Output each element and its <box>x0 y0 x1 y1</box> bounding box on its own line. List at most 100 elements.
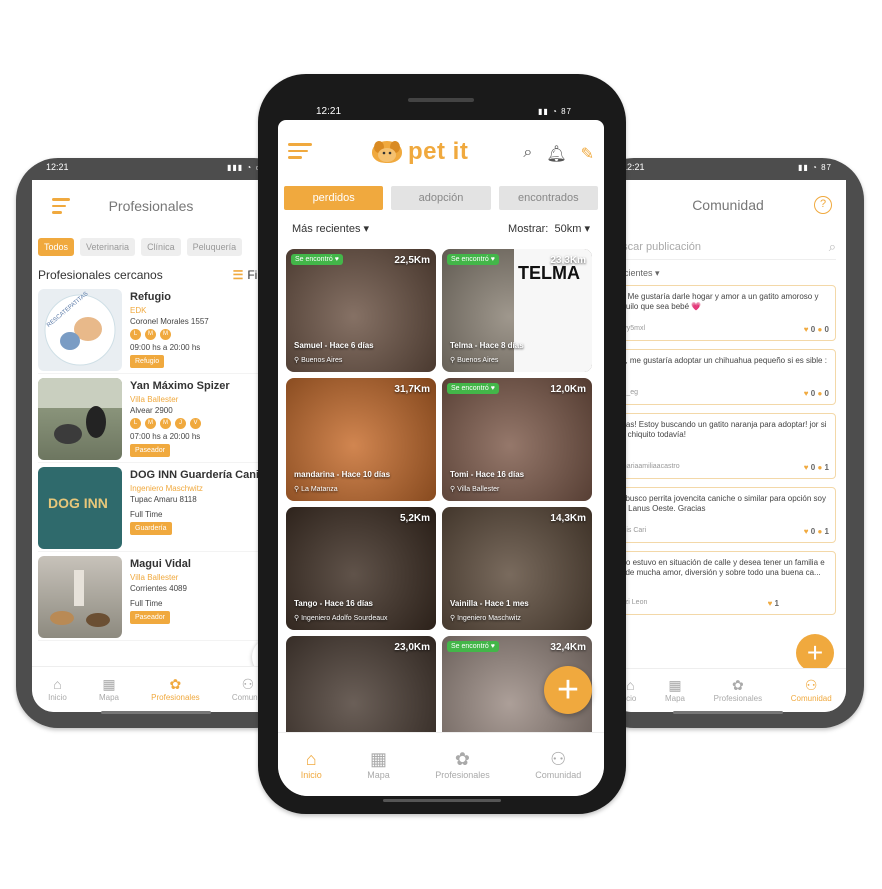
left-bottom-nav: ⌂ Inicio ▦ Mapa ✿ Profesionales ⚇ Comunid <box>32 666 280 712</box>
sort-dropdown[interactable]: recientes ▾ <box>610 260 846 285</box>
nav-profesionales[interactable]: ✿ Profesionales <box>435 750 490 780</box>
professionals-list: RESCATEPATITAS Refugio EDK Coronel Moral… <box>32 286 280 641</box>
nav-label: icio <box>624 694 637 703</box>
center-home-indicator <box>383 799 501 802</box>
location-pin-icon: ⚲ <box>294 357 300 364</box>
nav-mapa[interactable]: ▦ Mapa <box>99 677 119 702</box>
bell-icon[interactable]: 🔔︎ <box>546 144 566 164</box>
professional-name: Refugio <box>130 291 171 303</box>
nav-label: Mapa <box>367 769 390 780</box>
tab-perdidos[interactable]: perdidos <box>284 186 384 210</box>
megaphone-icon[interactable]: ✎ <box>581 144 594 164</box>
comment-icon: ● <box>817 325 823 334</box>
nav-label: Comunidad <box>790 694 832 703</box>
post-text: la , me gustaría adoptar un chihuahua pe… <box>617 356 827 375</box>
center-bottom-nav: ⌂ Inicio ▦ Mapa ✿ Profesionales ⚇ Comunidad <box>278 732 604 796</box>
category-chips: Todos Veterinaria Clínica Peluquería <box>32 232 280 262</box>
logo-text: pet it <box>408 138 469 165</box>
pet-name-label: Telma - Hace 8 días <box>450 341 524 350</box>
home-icon: ⌂ <box>53 676 62 692</box>
likes-count: 0 <box>810 463 816 472</box>
nav-inicio[interactable]: ⌂ icio <box>624 678 636 703</box>
day-badge: J <box>175 418 186 429</box>
add-post-button[interactable]: + <box>544 666 592 714</box>
menu-icon[interactable] <box>52 198 70 214</box>
likes-count: 0 <box>810 389 816 398</box>
distance-dropdown[interactable]: Mostrar: 50km ▾ <box>508 222 590 235</box>
tab-adopcion[interactable]: adopción <box>391 186 491 210</box>
nav-mapa[interactable]: ▦ Mapa <box>367 750 390 780</box>
pet-card[interactable]: TELMA Se encontró ♥ 23,3Km Telma - Hace 8 d… <box>442 249 592 372</box>
distance-label: 22,5Km <box>394 255 430 266</box>
chip-clinica[interactable]: Clínica <box>141 238 181 256</box>
nav-inicio[interactable]: ⌂ Inicio <box>48 677 67 702</box>
chip-veterinaria[interactable]: Veterinaria <box>80 238 136 256</box>
pet-card[interactable]: 5,2Km Tango - Hace 16 días ⚲ Ingeniero Ado… <box>286 507 436 630</box>
location-label: Ingeniero Adolfo Sourdeaux <box>301 615 388 622</box>
days-row: L M M J V <box>130 418 230 429</box>
right-screen: Comunidad ? uscar publicación ⌕ reciente… <box>610 180 846 712</box>
pet-card[interactable]: 14,3Km Vainilla - Hace 1 mes ⚲ Ingeniero M… <box>442 507 592 630</box>
list-item[interactable]: RESCATEPATITAS Refugio EDK Coronel Moral… <box>38 286 280 374</box>
post-meta: ♥ 0 ● 1 <box>804 463 829 473</box>
comments-count: 0 <box>824 325 829 334</box>
nearby-professionals-label: Profesionales cercanos <box>38 268 163 282</box>
search-icon[interactable]: ⌕ <box>523 144 532 164</box>
location-pin-icon: ⚲ <box>294 486 300 493</box>
nav-mapa[interactable]: ▦ Mapa <box>665 678 685 703</box>
pet-name-label: mandarina - Hace 10 días <box>294 470 391 479</box>
pet-card[interactable]: Se encontró ♥ 22,5Km Samuel - Hace 6 días ⚲… <box>286 249 436 372</box>
left-header: Profesionales <box>32 180 280 232</box>
header-actions: ⌕ 🔔︎ ✎ <box>523 144 594 164</box>
post-meta: ♥ 1 <box>768 599 779 609</box>
left-home-indicator <box>101 711 211 714</box>
center-status-icons: ▮▮ ◔ 87 <box>538 107 572 116</box>
nav-inicio[interactable]: ⌂ Inicio <box>301 750 322 780</box>
speaker-notch <box>408 98 474 102</box>
left-phone: 12:21 ▮▮▮ ◔ ▭ Profesionales Todos Veteri… <box>16 158 296 728</box>
pet-card[interactable]: Se encontró ♥ 12,0Km Tomi - Hace 16 días ⚲ … <box>442 378 592 501</box>
filters-row: Más recientes ▾ Mostrar: 50km ▾ <box>278 210 604 235</box>
list-item[interactable]: Yan Máximo Spizer Villa Ballester Alvear… <box>38 375 280 463</box>
sort-dropdown[interactable]: Más recientes ▾ <box>292 222 369 235</box>
day-badge: M <box>160 418 171 429</box>
list-item[interactable]: la! Me gustaría darle hogar y amor a un … <box>610 285 836 341</box>
pet-location: ⚲ La Matanza <box>294 485 338 493</box>
right-statusbar: 12:21 ▮▮ ◔ 87 <box>622 162 832 172</box>
pet-location: ⚲ Villa Ballester <box>450 485 499 493</box>
nav-profesionales[interactable]: ✿ Profesionales <box>714 678 762 703</box>
help-icon[interactable]: ? <box>814 196 832 214</box>
thumb-caption: DOG INN <box>48 495 108 511</box>
location-pin-icon: ⚲ <box>450 357 456 364</box>
professional-tag: Refugio <box>130 355 165 368</box>
professional-address: Coronel Morales 1557 <box>130 317 209 326</box>
pet-location: ⚲ Ingeniero Maschwitz <box>450 614 521 622</box>
nav-comunidad[interactable]: ⚇ Comunidad <box>791 678 832 703</box>
day-badge: M <box>160 329 171 340</box>
list-item[interactable]: ngo estuvo en situación de calle y desea… <box>610 551 836 615</box>
pet-name-label: Vainilla - Hace 1 mes <box>450 599 529 608</box>
list-item[interactable]: enas! Estoy buscando un gatito naranja p… <box>610 413 836 479</box>
nav-label: Mapa <box>664 694 685 703</box>
list-item[interactable]: DOG INN DOG INN Guardería Canin Ingenier… <box>38 464 280 552</box>
nav-profesionales[interactable]: ✿ Profesionales <box>151 677 199 702</box>
chip-peluqueria[interactable]: Peluquería <box>186 238 243 256</box>
new-post-button[interactable]: + <box>796 634 834 672</box>
comment-icon: ● <box>817 463 823 472</box>
professional-thumbnail <box>38 378 122 460</box>
pet-name-label: Tango - Hace 16 días <box>294 599 373 608</box>
chip-todos[interactable]: Todos <box>38 238 75 256</box>
list-item[interactable]: Magui Vidal Villa Ballester Corrientes 4… <box>38 553 280 641</box>
tab-encontrados[interactable]: encontrados <box>498 186 598 210</box>
list-item[interactable]: lo busco perrita jovencita caniche o sim… <box>610 487 836 543</box>
chevron-down-icon: ▾ <box>584 223 590 235</box>
list-item[interactable]: la , me gustaría adoptar un chihuahua pe… <box>610 349 836 405</box>
menu-icon[interactable] <box>288 143 312 159</box>
center-phone: 12:21 ▮▮ ◔ 87 pet it ⌕ 🔔︎ ✎ perdidos ado… <box>258 74 626 814</box>
post-text: la! Me gustaría darle hogar y amor a un … <box>617 292 819 311</box>
pet-card[interactable]: 31,7Km mandarina - Hace 10 días ⚲ La Matan… <box>286 378 436 501</box>
found-badge: Se encontró ♥ <box>291 254 343 265</box>
search-publication-input[interactable]: uscar publicación ⌕ <box>610 234 836 260</box>
nav-comunidad[interactable]: ⚇ Comunidad <box>535 750 581 780</box>
chevron-down-icon: ▾ <box>363 223 370 235</box>
